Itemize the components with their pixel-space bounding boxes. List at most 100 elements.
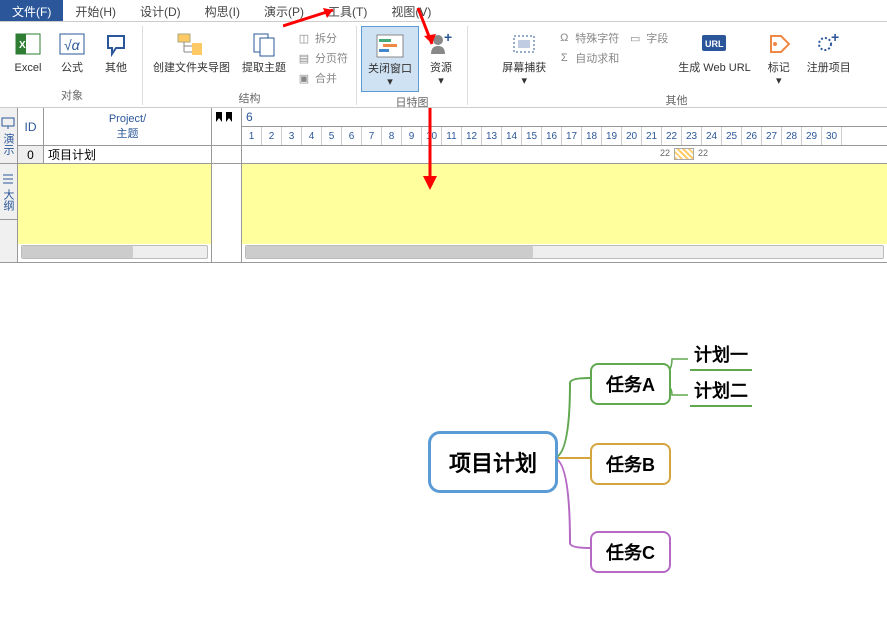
menu-design[interactable]: 设计(D) bbox=[128, 0, 193, 21]
create-folder-button[interactable]: 创建文件夹导图 bbox=[147, 26, 236, 88]
day-cell: 16 bbox=[542, 127, 562, 145]
row0-timeline: 22 22 bbox=[242, 146, 887, 163]
other-label: 其他 bbox=[105, 62, 127, 75]
topic-header[interactable]: Project/ 主题 bbox=[44, 108, 212, 145]
merge-icon: ▣ bbox=[296, 70, 312, 86]
formula-label: 公式 bbox=[61, 62, 83, 75]
autosum-button[interactable]: Σ自动求和 bbox=[552, 49, 623, 67]
resource-label: 资源▾ bbox=[430, 62, 452, 88]
svg-text:+: + bbox=[444, 30, 452, 45]
menu-idea[interactable]: 构思(I) bbox=[193, 0, 252, 21]
ribbon-group-structure: 创建文件夹导图 提取主题 ◫拆分 ▤分页符 ▣合并 结构 bbox=[143, 26, 357, 105]
field-button[interactable]: ▭字段 bbox=[623, 29, 672, 47]
mark-button[interactable]: 标记▾ bbox=[757, 26, 801, 90]
page-break-button[interactable]: ▤分页符 bbox=[292, 49, 352, 67]
arrow-to-close bbox=[414, 8, 444, 58]
omega-icon: Ω bbox=[556, 30, 572, 46]
close-window-button[interactable]: 关闭窗口▾ bbox=[361, 26, 419, 92]
day-cell: 8 bbox=[382, 127, 402, 145]
register-button[interactable]: + 注册项目 bbox=[801, 26, 857, 90]
excel-button[interactable]: X Excel bbox=[6, 26, 50, 85]
day-cell: 23 bbox=[682, 127, 702, 145]
day-cell: 5 bbox=[322, 127, 342, 145]
side-tab-present-label: 演示 bbox=[2, 133, 14, 155]
id-header[interactable]: ID bbox=[18, 108, 44, 145]
capture-label: 屏幕捕获▾ bbox=[502, 62, 546, 88]
day-cell: 25 bbox=[722, 127, 742, 145]
other-icon bbox=[100, 28, 132, 60]
marker-end-label: 22 bbox=[698, 148, 708, 158]
day-cell: 12 bbox=[462, 127, 482, 145]
web-url-button[interactable]: URL 生成 Web URL bbox=[672, 26, 757, 90]
field-label: 字段 bbox=[646, 30, 668, 46]
mindmap-plan2[interactable]: 计划二 bbox=[690, 377, 752, 407]
other-button[interactable]: 其他 bbox=[94, 26, 138, 85]
svg-text:X: X bbox=[19, 40, 26, 51]
extract-topic-label: 提取主题 bbox=[242, 62, 286, 75]
row0-id: 0 bbox=[18, 146, 44, 163]
day-cell: 30 bbox=[822, 127, 842, 145]
excel-label: Excel bbox=[15, 62, 42, 75]
day-cell: 20 bbox=[622, 127, 642, 145]
menu-file[interactable]: 文件(F) bbox=[0, 0, 63, 21]
merge-button[interactable]: ▣合并 bbox=[292, 69, 352, 87]
web-url-label: 生成 Web URL bbox=[678, 62, 751, 75]
days-row: 1234567891011121314151617181920212223242… bbox=[242, 127, 887, 145]
day-cell: 24 bbox=[702, 127, 722, 145]
gantt-row-0[interactable]: 0 项目计划 22 22 bbox=[18, 146, 887, 164]
day-cell: 2 bbox=[262, 127, 282, 145]
day-cell: 19 bbox=[602, 127, 622, 145]
day-cell: 18 bbox=[582, 127, 602, 145]
split-icon: ◫ bbox=[296, 30, 312, 46]
autosum-label: 自动求和 bbox=[575, 50, 619, 66]
sigma-icon: Σ bbox=[556, 50, 572, 66]
row0-marker bbox=[212, 146, 242, 163]
page-icon: ▤ bbox=[296, 50, 312, 66]
gantt-empty-area bbox=[18, 164, 887, 244]
mindmap-task-b[interactable]: 任务B bbox=[590, 443, 671, 485]
side-tab-present[interactable]: 演示 bbox=[0, 108, 17, 164]
mindmap-task-a[interactable]: 任务A bbox=[590, 363, 671, 405]
marker-header bbox=[212, 108, 242, 145]
formula-icon: √α bbox=[56, 28, 88, 60]
extract-topic-button[interactable]: 提取主题 bbox=[236, 26, 292, 88]
arrow-to-tools bbox=[283, 2, 423, 32]
formula-button[interactable]: √α 公式 bbox=[50, 26, 94, 85]
mindmap-plan1[interactable]: 计划一 bbox=[690, 341, 752, 371]
svg-text:URL: URL bbox=[705, 39, 724, 49]
menu-start[interactable]: 开始(H) bbox=[63, 0, 128, 21]
svg-text:+: + bbox=[831, 30, 839, 45]
side-tab-outline[interactable]: 大纲 bbox=[0, 164, 17, 220]
day-cell: 6 bbox=[342, 127, 362, 145]
right-scrollbar[interactable] bbox=[245, 245, 884, 259]
extract-icon bbox=[248, 28, 280, 60]
scrollbars bbox=[18, 244, 887, 262]
timeline-header: 6 12345678910111213141516171819202122232… bbox=[242, 108, 887, 145]
day-cell: 4 bbox=[302, 127, 322, 145]
left-scrollbar[interactable] bbox=[21, 245, 208, 259]
create-folder-label: 创建文件夹导图 bbox=[153, 62, 230, 75]
day-cell: 26 bbox=[742, 127, 762, 145]
day-cell: 1 bbox=[242, 127, 262, 145]
row0-topic: 项目计划 bbox=[44, 146, 212, 163]
arrow-down bbox=[418, 108, 448, 196]
close-window-label: 关闭窗口▾ bbox=[368, 63, 412, 89]
mindmap-task-c[interactable]: 任务C bbox=[590, 531, 671, 573]
mindmap: 项目计划 任务A 任务B 任务C 计划一 计划二 bbox=[0, 303, 887, 623]
side-tab-outline-label: 大纲 bbox=[2, 189, 14, 211]
day-cell: 22 bbox=[662, 127, 682, 145]
task-bar[interactable] bbox=[674, 148, 694, 160]
page-label: 分页符 bbox=[315, 50, 348, 66]
day-cell: 15 bbox=[522, 127, 542, 145]
special-char-button[interactable]: Ω特殊字符 bbox=[552, 29, 623, 47]
marker-start-label: 22 bbox=[660, 148, 670, 158]
day-cell: 28 bbox=[782, 127, 802, 145]
day-cell: 21 bbox=[642, 127, 662, 145]
mindmap-root[interactable]: 项目计划 bbox=[428, 431, 558, 493]
topic-header-1: Project/ bbox=[109, 113, 146, 125]
day-cell: 13 bbox=[482, 127, 502, 145]
url-icon: URL bbox=[698, 28, 730, 60]
present-icon bbox=[1, 116, 15, 130]
screen-capture-button[interactable]: 屏幕捕获▾ bbox=[496, 26, 552, 90]
gantt-icon bbox=[374, 29, 406, 61]
